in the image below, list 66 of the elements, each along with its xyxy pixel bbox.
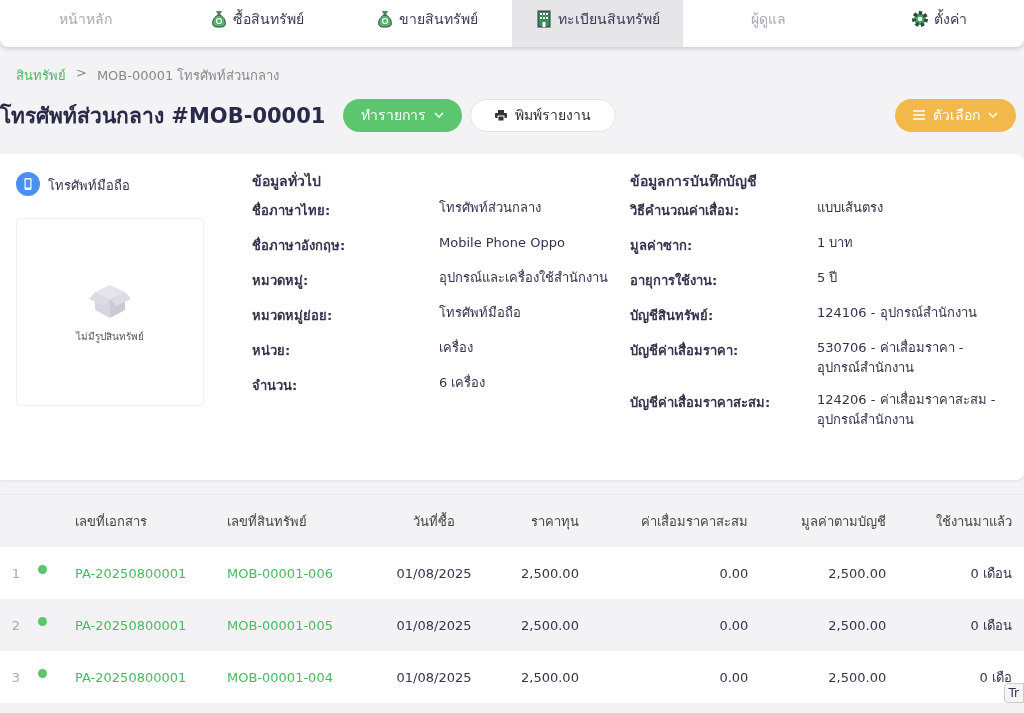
field-label: ชื่อภาษาไทย: (252, 200, 332, 220)
table-cell: 01/08/2025 (396, 669, 472, 685)
field-label: บัญชีค่าเสื่อมราคา: (630, 340, 740, 361)
field-value: โทรศัพท์มือถือ (439, 304, 522, 322)
table-cell: 2,500.00 (828, 565, 887, 581)
table-cell: 01/08/2025 (396, 565, 472, 581)
menu-icon (913, 110, 925, 120)
table-cell: 2,500.00 (828, 617, 887, 633)
table-cell: 2,500.00 (521, 669, 579, 685)
table-cell: 0 เดือน (970, 617, 1012, 633)
section-heading: ข้อมูลการบันทึกบัญชี (630, 172, 758, 192)
field-value: เครื่อง (439, 338, 474, 357)
breadcrumb-current: MOB-00001 โทรศัพท์ส่วนกลาง (96, 67, 280, 85)
field-label: หมวดหมู่ย่อย: (252, 307, 334, 326)
field-label: มูลค่าซาก: (630, 237, 694, 256)
table-cell: 2,500.00 (521, 565, 579, 581)
breadcrumb-link[interactable]: สินทรัพย์ (16, 65, 66, 86)
field-label: หน่วย: (252, 342, 292, 360)
print-report-button[interactable]: พิมพ์รายงาน (470, 98, 617, 132)
table-cell: 2,500.00 (521, 617, 579, 633)
field-label: ชื่อภาษาอังกฤษ: (252, 235, 347, 255)
field-value: แบบเส้นตรง (817, 199, 884, 217)
row-number: 1 (0, 547, 32, 599)
row-number: 3 (0, 651, 32, 703)
row-number: 2 (0, 599, 32, 651)
nav-tab[interactable]: ตั้งค่า (853, 0, 1024, 47)
nav-tab[interactable]: ซื้อสินทรัพย์ (170, 0, 342, 47)
table-cell: 0.00 (719, 565, 749, 581)
nav-tab[interactable]: ทะเบียนสินทรัพย์ (512, 0, 683, 47)
field-value: 6 เครื่อง (439, 373, 487, 392)
field-value: อุปกรณ์และเครื่องใช้สำนักงาน (439, 268, 609, 288)
tooltip: Tr (1003, 683, 1024, 703)
caret-icon (988, 112, 998, 118)
table-cell: 2,500.00 (828, 669, 887, 685)
document-link[interactable]: PA-20250800001 (75, 617, 187, 633)
field-label: บัญชีสินทรัพย์: (630, 307, 715, 326)
field-label: อายุการใช้งาน: (630, 271, 719, 291)
field-label: จำนวน: (252, 377, 299, 395)
table-cell: 0.00 (719, 669, 749, 685)
field-label: วิธีคำนวณค่าเสื่อม: (630, 200, 741, 220)
no-image-text: ไม่มีรูปสินทรัพย์ (76, 330, 144, 344)
section-heading: ข้อมูลทั่วไป (252, 170, 322, 192)
field-value: 124106 - อุปกรณ์สำนักงาน (817, 304, 978, 323)
field-value: Mobile Phone Oppo (439, 234, 566, 252)
printer-icon (495, 109, 508, 121)
nav-tab[interactable]: ขายสินทรัพย์ (341, 0, 512, 47)
category-label: โทรศัพท์มือถือ (48, 177, 130, 195)
field-value: 124206 - ค่าเสื่อมราคาสะสม - อุปกรณ์สำนักงาน (817, 390, 997, 430)
asset-link[interactable]: MOB-00001-005 (227, 617, 333, 633)
table-cell: 0.00 (719, 617, 749, 633)
field-value: 1 บาท (817, 234, 855, 252)
gear-icon (910, 8, 931, 29)
field-label: บัญชีค่าเสื่อมราคาสะสม: (630, 392, 772, 413)
field-value: 530706 - ค่าเสื่อมราคา - อุปกรณ์สำนักงาน (817, 338, 965, 378)
action-dropdown-button[interactable]: ทำรายการ (343, 98, 463, 132)
table-cell: 01/08/2025 (396, 617, 472, 633)
table-cell: 0 เดือ (979, 669, 1012, 685)
field-value: 5 ปี (817, 269, 839, 287)
field-value: โทรศัพท์ส่วนกลาง (439, 199, 542, 217)
caret-icon (434, 112, 445, 118)
options-button[interactable]: ตัวเลือก (895, 98, 1016, 132)
phone-icon (16, 172, 40, 199)
page-title: โทรศัพท์ส่วนกลาง #MOB-00001 (0, 102, 326, 130)
breadcrumb-separator: > (76, 65, 87, 82)
field-label: หมวดหมู่: (252, 272, 310, 291)
table-cell: 0 เดือน (970, 565, 1012, 581)
